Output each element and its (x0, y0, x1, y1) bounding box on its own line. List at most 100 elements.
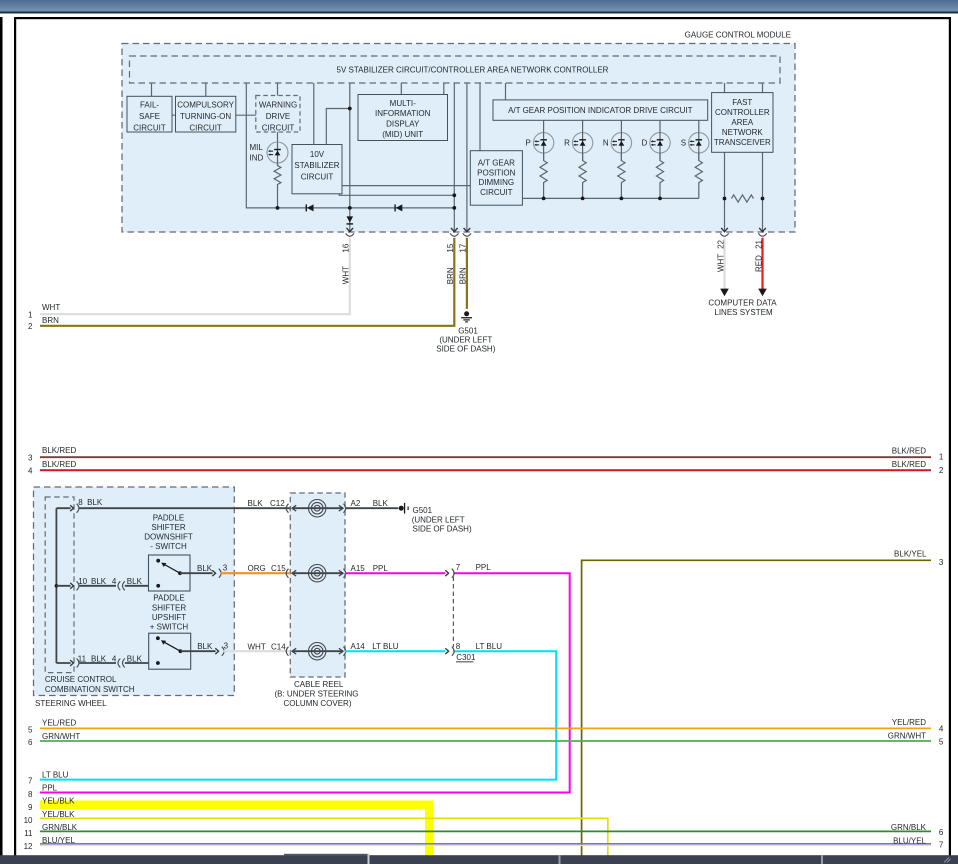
svg-text:FAST: FAST (732, 98, 752, 107)
svg-text:10V: 10V (310, 150, 325, 159)
svg-text:GAUGE CONTROL MODULE: GAUGE CONTROL MODULE (685, 31, 791, 40)
svg-text:- SWITCH: - SWITCH (150, 542, 187, 551)
svg-text:LINES SYSTEM: LINES SYSTEM (714, 308, 773, 317)
svg-text:(UNDER LEFT: (UNDER LEFT (439, 335, 492, 344)
svg-text:8: 8 (28, 790, 33, 799)
svg-text:+ SWITCH: + SWITCH (150, 623, 189, 632)
svg-text:BLK/RED: BLK/RED (892, 446, 926, 455)
svg-text:2: 2 (939, 466, 944, 475)
svg-text:3: 3 (224, 641, 229, 650)
svg-text:A14: A14 (351, 642, 366, 651)
svg-text:R: R (564, 139, 570, 148)
svg-text:GRN/WHT: GRN/WHT (888, 732, 926, 741)
svg-text:DISPLAY: DISPLAY (386, 120, 420, 129)
svg-text:CIRCUIT: CIRCUIT (301, 173, 334, 182)
svg-text:YEL/BLK: YEL/BLK (42, 810, 75, 819)
svg-text:NETWORK: NETWORK (722, 128, 764, 137)
svg-text:COLUMN COVER): COLUMN COVER) (283, 699, 351, 708)
svg-text:7: 7 (939, 841, 944, 850)
svg-text:3: 3 (28, 453, 33, 462)
svg-text:7: 7 (28, 777, 33, 786)
svg-text:BLK: BLK (197, 642, 213, 651)
svg-text:SHIFTER: SHIFTER (151, 523, 185, 532)
svg-text:FAIL-: FAIL- (140, 101, 159, 110)
svg-text:BLK: BLK (248, 499, 264, 508)
svg-text:(MID) UNIT: (MID) UNIT (382, 130, 423, 139)
svg-text:COMPUTER DATA: COMPUTER DATA (708, 298, 777, 307)
svg-text:5: 5 (939, 737, 944, 746)
svg-text:CIRCUIT: CIRCUIT (480, 188, 513, 197)
svg-text:BLK: BLK (373, 499, 389, 508)
svg-text:MULTI-: MULTI- (390, 99, 416, 108)
svg-text:4: 4 (939, 725, 944, 734)
svg-text:C15: C15 (271, 564, 286, 573)
svg-text:DIMMING: DIMMING (479, 178, 515, 187)
svg-text:12: 12 (24, 842, 33, 851)
svg-text:AREA: AREA (731, 118, 753, 127)
svg-text:BLK/RED: BLK/RED (42, 460, 76, 469)
svg-text:COMBINATION SWITCH: COMBINATION SWITCH (45, 685, 135, 694)
svg-text:SIDE OF DASH): SIDE OF DASH) (436, 344, 495, 353)
svg-text:BLK/YEL: BLK/YEL (894, 549, 927, 558)
svg-text:7: 7 (456, 563, 461, 572)
svg-text:1: 1 (939, 452, 944, 461)
svg-text:BLK/RED: BLK/RED (42, 446, 76, 455)
svg-text:MIL: MIL (250, 143, 264, 152)
svg-text:GRN/BLK: GRN/BLK (42, 823, 78, 832)
svg-text:9: 9 (28, 803, 33, 812)
svg-text:IND: IND (250, 154, 264, 163)
svg-text:8: 8 (78, 498, 83, 507)
svg-text:1: 1 (28, 310, 33, 319)
svg-text:D: D (642, 139, 648, 148)
svg-text:STABILIZER: STABILIZER (294, 161, 339, 170)
svg-text:6: 6 (939, 828, 944, 837)
svg-text:BLK: BLK (91, 577, 107, 586)
svg-text:8: 8 (456, 642, 461, 651)
svg-text:BRN: BRN (42, 316, 59, 325)
svg-text:WARNING: WARNING (259, 101, 297, 110)
svg-text:A/T GEAR: A/T GEAR (478, 159, 515, 168)
svg-text:PPL: PPL (476, 563, 492, 572)
svg-text:10: 10 (24, 816, 33, 825)
svg-text:PPL: PPL (373, 564, 389, 573)
svg-text:BLK: BLK (197, 564, 213, 573)
svg-text:TRANSCEIVER: TRANSCEIVER (714, 138, 771, 147)
svg-text:5V STABILIZER CIRCUIT/CONTROLL: 5V STABILIZER CIRCUIT/CONTROLLER AREA NE… (337, 66, 609, 75)
svg-text:(B: UNDER STEERING: (B: UNDER STEERING (274, 689, 358, 698)
svg-text:3: 3 (223, 564, 228, 573)
svg-text:BLK: BLK (87, 498, 103, 507)
svg-text:PADDLE: PADDLE (153, 513, 184, 522)
svg-text:P: P (526, 139, 531, 148)
svg-text:CABLE REEL: CABLE REEL (294, 680, 344, 689)
svg-text:LT BLU: LT BLU (372, 642, 399, 651)
svg-text:BLU/YEL: BLU/YEL (893, 836, 926, 845)
svg-text:(UNDER LEFT: (UNDER LEFT (412, 516, 465, 525)
svg-text:SIDE OF DASH): SIDE OF DASH) (413, 525, 472, 534)
svg-text:11: 11 (78, 654, 87, 663)
svg-text:A/T GEAR POSITION INDICATOR DR: A/T GEAR POSITION INDICATOR DRIVE CIRCUI… (508, 106, 693, 115)
svg-text:3: 3 (939, 558, 944, 567)
svg-text:SHIFTER: SHIFTER (152, 603, 186, 612)
svg-text:CIRCUIT: CIRCUIT (189, 123, 222, 132)
svg-text:4: 4 (112, 654, 117, 663)
svg-text:STEERING WHEEL: STEERING WHEEL (35, 699, 107, 708)
svg-text:BLK: BLK (127, 577, 143, 586)
svg-text:WHT: WHT (42, 303, 60, 312)
svg-text:2: 2 (28, 322, 33, 331)
svg-text:BLU/YEL: BLU/YEL (42, 836, 75, 845)
svg-text:WHT: WHT (248, 642, 266, 651)
svg-text:5: 5 (28, 725, 33, 734)
svg-text:A2: A2 (351, 499, 361, 508)
svg-text:BLK/RED: BLK/RED (892, 460, 926, 469)
svg-text:PPL: PPL (42, 784, 58, 793)
svg-text:GRN/BLK: GRN/BLK (891, 823, 927, 832)
svg-text:CIRCUIT: CIRCUIT (262, 123, 295, 132)
svg-text:INFORMATION: INFORMATION (375, 109, 431, 118)
svg-text:BLK: BLK (91, 654, 107, 663)
svg-text:6: 6 (28, 738, 33, 747)
svg-text:CIRCUIT: CIRCUIT (133, 123, 166, 132)
svg-text:4: 4 (112, 577, 117, 586)
svg-text:TURNING-ON: TURNING-ON (180, 112, 231, 121)
svg-text:YEL/BLK: YEL/BLK (42, 797, 75, 806)
svg-text:G501: G501 (413, 506, 433, 515)
